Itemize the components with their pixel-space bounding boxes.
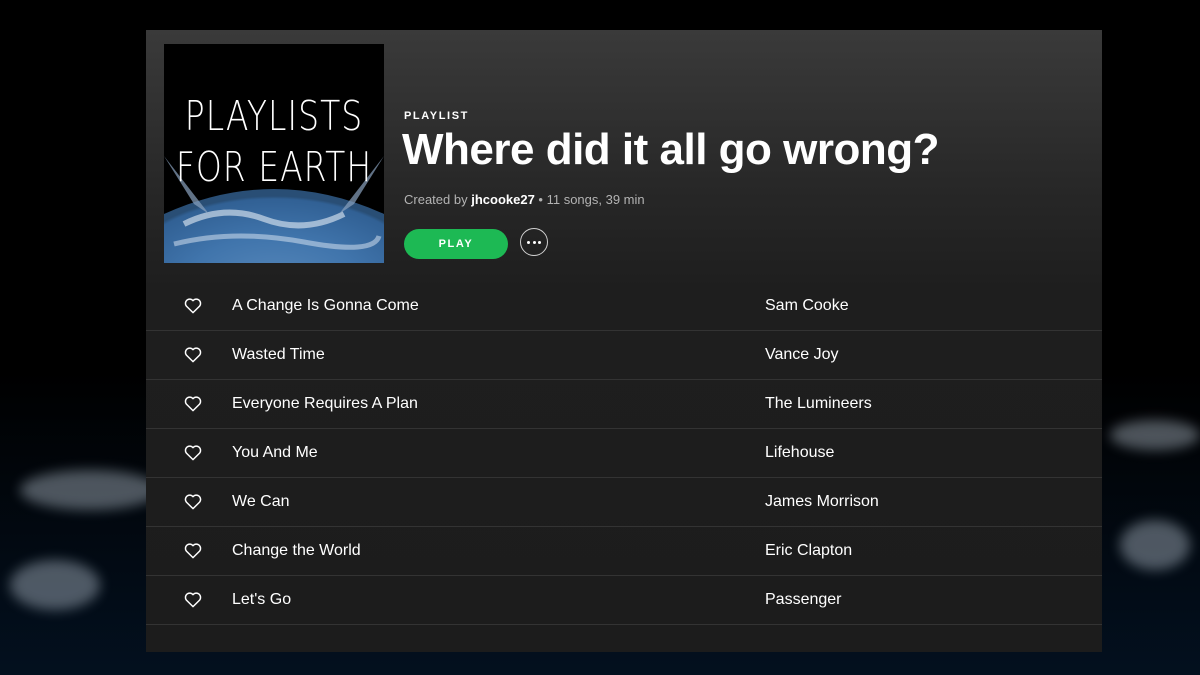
cover-title-line2: FOR EARTH: [175, 142, 373, 191]
heart-icon[interactable]: [184, 493, 202, 510]
playlist-panel: PLAYLISTS FOR EARTH PLAYLIST Where did i…: [146, 30, 1102, 652]
track-title[interactable]: A Change Is Gonna Come: [232, 297, 419, 315]
heart-icon[interactable]: [184, 297, 202, 314]
track-row[interactable]: We Can James Morrison: [146, 478, 1102, 527]
more-options-icon[interactable]: [520, 228, 548, 256]
track-row[interactable]: Change the World Eric Clapton: [146, 527, 1102, 576]
track-row[interactable]: A Change Is Gonna Come Sam Cooke: [146, 282, 1102, 331]
owner-link[interactable]: jhcooke27: [471, 192, 535, 207]
track-title[interactable]: You And Me: [232, 444, 318, 462]
track-artist[interactable]: Passenger: [765, 591, 842, 609]
track-artist[interactable]: The Lumineers: [765, 395, 872, 413]
track-title[interactable]: Everyone Requires A Plan: [232, 395, 418, 413]
track-artist[interactable]: James Morrison: [765, 493, 879, 511]
track-title[interactable]: We Can: [232, 493, 290, 511]
dot: [538, 240, 541, 244]
track-artist[interactable]: Lifehouse: [765, 444, 834, 462]
track-row[interactable]: Wasted Time Vance Joy: [146, 331, 1102, 380]
dot: [527, 240, 530, 244]
track-row[interactable]: Everyone Requires A Plan The Lumineers: [146, 380, 1102, 429]
track-row[interactable]: Let's Go Passenger: [146, 576, 1102, 625]
track-title[interactable]: Let's Go: [232, 591, 291, 609]
track-list: A Change Is Gonna Come Sam Cooke Wasted …: [146, 282, 1102, 625]
created-by-label: Created by: [404, 192, 468, 207]
dot: [532, 240, 536, 244]
heart-icon[interactable]: [184, 395, 202, 412]
heart-icon[interactable]: [184, 444, 202, 461]
playlist-meta: PLAYLIST: [404, 110, 469, 122]
track-artist[interactable]: Eric Clapton: [765, 542, 852, 560]
playlist-cover-art: PLAYLISTS FOR EARTH: [164, 44, 384, 263]
playlist-title: Where did it all go wrong?: [402, 125, 939, 174]
heart-icon[interactable]: [184, 542, 202, 559]
heart-icon[interactable]: [184, 346, 202, 363]
track-title[interactable]: Change the World: [232, 542, 361, 560]
playlist-stats: • 11 songs, 39 min: [534, 192, 645, 207]
track-artist[interactable]: Vance Joy: [765, 346, 839, 364]
track-title[interactable]: Wasted Time: [232, 346, 325, 364]
track-row[interactable]: You And Me Lifehouse: [146, 429, 1102, 478]
heart-icon[interactable]: [184, 591, 202, 608]
playlist-type-label: PLAYLIST: [404, 110, 469, 122]
track-artist[interactable]: Sam Cooke: [765, 297, 849, 315]
playlist-byline: Created by jhcooke27 • 11 songs, 39 min: [404, 192, 645, 207]
cover-title-line1: PLAYLISTS: [184, 91, 364, 140]
play-button[interactable]: PLAY: [404, 229, 508, 259]
